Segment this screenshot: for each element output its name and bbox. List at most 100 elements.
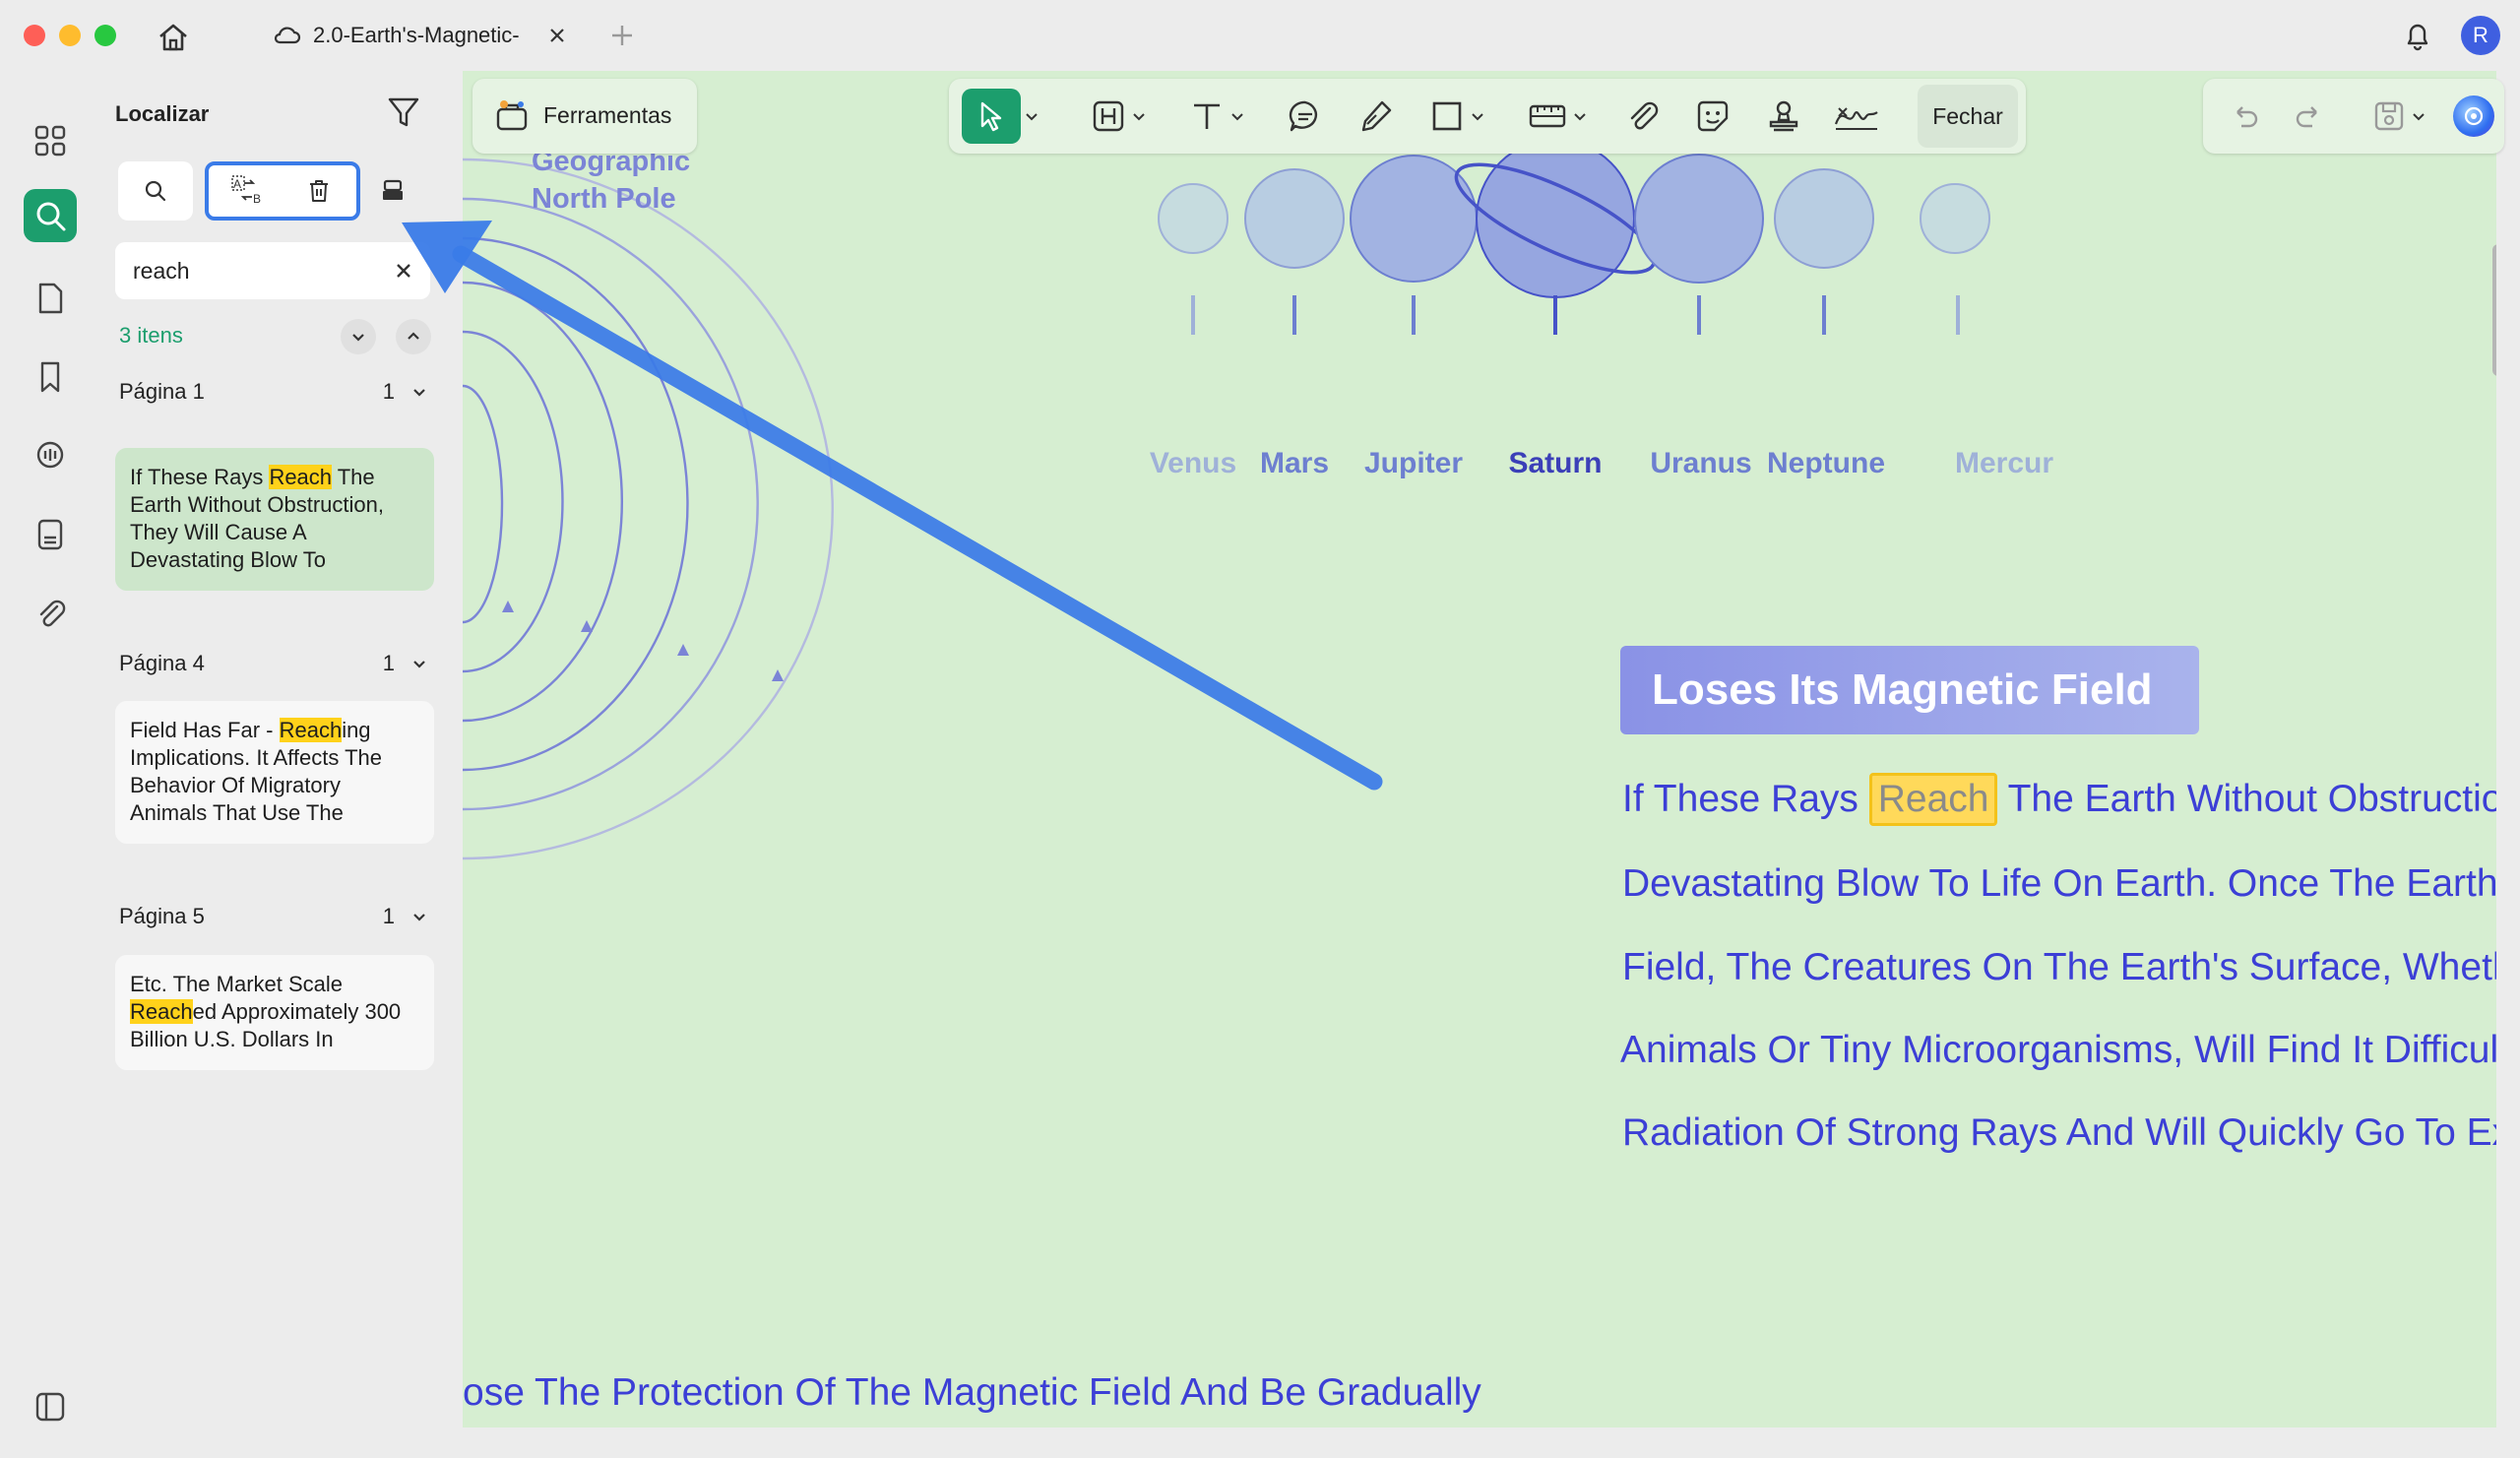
paperclip-icon <box>1624 98 1660 134</box>
result-group-header[interactable]: Página 1 1 <box>119 372 434 412</box>
svg-text:A: A <box>233 177 241 191</box>
search-input[interactable]: reach <box>133 258 190 285</box>
avatar[interactable]: R <box>2461 16 2500 55</box>
document-canvas[interactable]: Geographic North Pole Venus Mars Jupiter… <box>463 71 2496 1427</box>
tools-menu-button[interactable]: Ferramentas <box>472 79 697 154</box>
filter-icon[interactable] <box>386 95 421 130</box>
sidebar-toggle-icon[interactable] <box>24 1380 77 1433</box>
pages-icon[interactable] <box>24 272 77 325</box>
search-mode-button[interactable] <box>118 161 193 221</box>
next-result-button[interactable] <box>341 319 376 354</box>
sticker-icon <box>1695 98 1731 134</box>
panel-title: Localizar <box>115 101 210 126</box>
result-group-header[interactable]: Página 4 1 <box>119 644 434 683</box>
signature-icon <box>1833 98 1880 134</box>
body-line: Radiation Of Strong Rays And Will Quickl… <box>1622 1111 2496 1154</box>
close-label: Fechar <box>1932 102 2003 129</box>
search-result-item[interactable]: If These Rays Reach The Earth Without Ob… <box>115 448 434 591</box>
minimize-window-button[interactable] <box>59 25 81 46</box>
history-toolbar <box>2203 79 2504 154</box>
replace-button[interactable]: AB <box>219 175 278 207</box>
vertical-scrollbar[interactable] <box>2492 244 2496 376</box>
document-info-icon[interactable] <box>24 508 77 561</box>
bell-icon[interactable] <box>2400 18 2435 53</box>
search-panel-icon[interactable] <box>24 189 77 242</box>
chevron-down-icon[interactable] <box>410 655 428 672</box>
chevron-down-icon[interactable] <box>2412 109 2426 123</box>
body-line: If These Rays Reach The Earth Without Ob… <box>1622 773 2496 826</box>
close-window-button[interactable] <box>24 25 45 46</box>
stamp-tool-button[interactable] <box>1754 79 1813 154</box>
measure-tool-button[interactable] <box>1518 79 1597 154</box>
search-result-item[interactable]: Field Has Far - Reaching Implications. I… <box>115 701 434 844</box>
heading-text: Loses Its Magnetic Field <box>1652 666 2153 714</box>
new-tab-icon[interactable] <box>608 22 636 49</box>
previous-result-button[interactable] <box>396 319 431 354</box>
attachment-icon[interactable] <box>24 587 77 640</box>
select-tool-button[interactable] <box>957 79 1043 154</box>
text-tool-button[interactable] <box>1179 79 1254 154</box>
ai-assistant-button[interactable] <box>2447 79 2500 154</box>
redact-button[interactable] <box>370 161 415 221</box>
replace-text-icon: AB <box>231 175 265 207</box>
result-group-header[interactable]: Página 5 1 <box>119 897 434 936</box>
result-match: Reach <box>269 465 333 489</box>
results-count: 3 itens <box>119 323 183 348</box>
body-line: ose The Protection Of The Magnetic Field… <box>463 1371 1481 1414</box>
chevron-up-icon <box>405 328 422 346</box>
body-line: Devastating Blow To Life On Earth. Once … <box>1622 862 2496 905</box>
maximize-window-button[interactable] <box>94 25 116 46</box>
chevron-down-icon[interactable] <box>1471 109 1484 123</box>
ruler-icon <box>1528 98 1567 134</box>
body-line: Animals Or Tiny Microorganisms, Will Fin… <box>1620 1029 2496 1071</box>
ai-assistant-icon <box>2453 95 2494 137</box>
match-count: 1 <box>382 904 395 928</box>
home-icon[interactable] <box>154 18 193 57</box>
chevron-down-icon[interactable] <box>1573 109 1587 123</box>
redo-icon <box>2293 100 2324 132</box>
chevron-down-icon[interactable] <box>410 383 428 401</box>
delete-button[interactable] <box>289 175 348 207</box>
page-label: Página 4 <box>119 651 205 675</box>
page-label: Página 5 <box>119 904 205 928</box>
pen-icon <box>1358 98 1394 134</box>
result-text-before: If These Rays <box>130 465 270 489</box>
body-line: Field, The Creatures On The Earth's Surf… <box>1622 946 2496 988</box>
redo-button[interactable] <box>2284 79 2333 154</box>
close-tab-icon[interactable] <box>547 26 567 45</box>
comment-icon <box>1287 97 1324 135</box>
chevron-down-icon[interactable] <box>410 908 428 925</box>
attach-tool-button[interactable] <box>1612 79 1671 154</box>
bookmark-icon[interactable] <box>24 350 77 404</box>
cloud-icon <box>272 24 301 47</box>
avatar-letter: R <box>2473 23 2488 47</box>
section-heading: Loses Its Magnetic Field <box>1620 646 2199 734</box>
chevron-down-icon[interactable] <box>1230 109 1244 123</box>
replace-options-group: AB <box>205 161 360 221</box>
shape-tool-button[interactable] <box>1419 79 1494 154</box>
comments-icon[interactable] <box>24 429 77 482</box>
thumbnails-icon[interactable] <box>24 114 77 167</box>
search-result-item[interactable]: Etc. The Market Scale Reached Approximat… <box>115 955 434 1070</box>
search-field[interactable]: reach <box>115 242 430 299</box>
title-bar: 2.0-Earth's-Magnetic- R <box>0 0 2520 71</box>
document-tab[interactable]: 2.0-Earth's-Magnetic- <box>260 14 595 57</box>
search-hit-text: Reach <box>1877 778 1989 820</box>
clear-search-icon[interactable] <box>393 260 414 282</box>
chevron-down-icon[interactable] <box>1025 109 1039 123</box>
comment-tool-button[interactable] <box>1276 79 1335 154</box>
chevron-down-icon <box>349 328 367 346</box>
save-button[interactable] <box>2357 79 2441 154</box>
undo-button[interactable] <box>2221 79 2270 154</box>
highlight-tool-button[interactable] <box>1081 79 1156 154</box>
sticker-tool-button[interactable] <box>1683 79 1742 154</box>
toolbox-icon <box>494 98 530 134</box>
svg-text:B: B <box>253 192 261 206</box>
trash-icon <box>305 177 333 205</box>
pen-tool-button[interactable] <box>1347 79 1406 154</box>
rectangle-icon <box>1429 98 1465 134</box>
chevron-down-icon[interactable] <box>1132 109 1146 123</box>
planet-label: Mercur <box>1955 447 2054 479</box>
close-tool-button[interactable]: Fechar <box>1918 85 2018 148</box>
signature-tool-button[interactable] <box>1825 79 1888 154</box>
